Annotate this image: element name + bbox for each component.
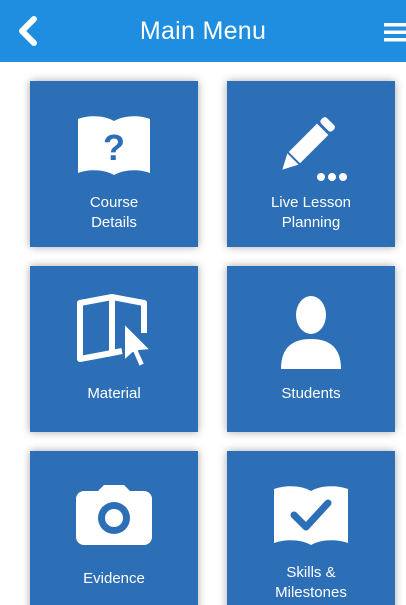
person-silhouette-icon [281, 296, 341, 369]
open-book-cursor-icon [77, 294, 152, 368]
camera-icon [76, 485, 152, 545]
tile-material[interactable]: Material [30, 266, 198, 432]
pencil-dots-icon [282, 117, 347, 181]
hamburger-menu-icon [384, 23, 406, 42]
tile-live-lesson-planning[interactable]: Live Lesson Planning [227, 81, 395, 247]
tile-label: Material [87, 385, 141, 402]
tile-students[interactable]: Students [227, 266, 395, 432]
back-button[interactable] [8, 9, 48, 53]
tile-skills-milestones[interactable]: Skills & Milestones [227, 451, 395, 605]
tile-label: Skills & Milestones [275, 564, 347, 601]
tile-evidence[interactable]: Evidence [30, 451, 198, 605]
tile-label: Evidence [83, 570, 145, 587]
tile-label: Live Lesson Planning [270, 194, 352, 231]
tile-course-details[interactable]: ? Course Details [30, 81, 198, 247]
page-title: Main Menu [139, 17, 267, 45]
top-app-bar: Main Menu [0, 0, 406, 62]
book-checkmark-icon [274, 486, 348, 545]
tile-label: Course Details [89, 194, 139, 231]
hamburger-menu-button[interactable] [366, 12, 406, 52]
tile-label: Students [281, 385, 341, 402]
main-menu-screen: Main Menu ? Course Details Live Lesson P… [0, 0, 406, 605]
svg-text:?: ? [103, 127, 125, 168]
book-question-icon: ? [78, 116, 150, 175]
chevron-left-icon [19, 16, 37, 46]
